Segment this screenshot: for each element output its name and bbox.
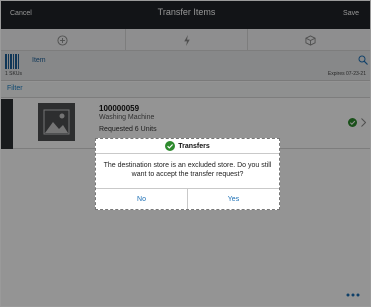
- app-window: Cancel Transfer Items Save Item 1 SKUs E…: [0, 0, 371, 307]
- transfer-dialog: Transfers The destination store is an ex…: [95, 138, 280, 210]
- dialog-header: Transfers: [96, 139, 279, 154]
- check-circle-icon: [165, 141, 176, 151]
- dialog-title: Transfers: [178, 142, 210, 150]
- yes-button[interactable]: Yes: [188, 189, 279, 209]
- no-button[interactable]: No: [96, 189, 188, 209]
- dialog-buttons: No Yes: [96, 188, 279, 209]
- dialog-message: The destination store is an excluded sto…: [103, 162, 272, 178]
